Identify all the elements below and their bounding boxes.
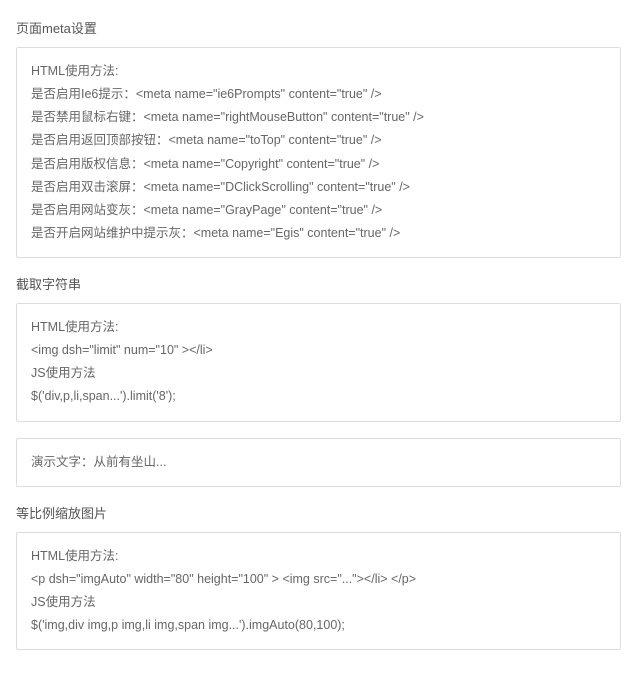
code-line: 是否开启网站维护中提示灰：<meta name="Egis" content="…: [31, 222, 606, 245]
code-line: 是否启用版权信息：<meta name="Copyright" content=…: [31, 153, 606, 176]
code-line: 是否启用返回顶部按钮：<meta name="toTop" content="t…: [31, 129, 606, 152]
code-line: $('img,div img,p img,li img,span img...'…: [31, 614, 606, 637]
code-block: HTML使用方法: <p dsh="imgAuto" width="80" he…: [16, 532, 621, 651]
code-line: <img dsh="limit" num="10" ></li>: [31, 339, 606, 362]
code-line: JS使用方法: [31, 591, 606, 614]
code-line: 是否启用双击滚屏：<meta name="DClickScrolling" co…: [31, 176, 606, 199]
code-line: 是否启用Ie6提示：<meta name="ie6Prompts" conten…: [31, 83, 606, 106]
code-line: HTML使用方法:: [31, 316, 606, 339]
section-title: 截取字符串: [16, 274, 621, 293]
code-block: HTML使用方法: 是否启用Ie6提示：<meta name="ie6Promp…: [16, 47, 621, 258]
code-block: HTML使用方法: <img dsh="limit" num="10" ></l…: [16, 303, 621, 422]
code-line: 是否禁用鼠标右键：<meta name="rightMouseButton" c…: [31, 106, 606, 129]
code-line: 是否启用网站变灰：<meta name="GrayPage" content="…: [31, 199, 606, 222]
code-line: HTML使用方法:: [31, 60, 606, 83]
section-title: 页面meta设置: [16, 18, 621, 37]
code-line: JS使用方法: [31, 362, 606, 385]
demo-block: 演示文字：从前有坐山...: [16, 438, 621, 487]
demo-text: 演示文字：从前有坐山...: [31, 451, 606, 474]
code-line: <p dsh="imgAuto" width="80" height="100"…: [31, 568, 606, 591]
section-title: 等比例缩放图片: [16, 503, 621, 522]
code-line: HTML使用方法:: [31, 545, 606, 568]
code-line: $('div,p,li,span...').limit('8');: [31, 385, 606, 408]
